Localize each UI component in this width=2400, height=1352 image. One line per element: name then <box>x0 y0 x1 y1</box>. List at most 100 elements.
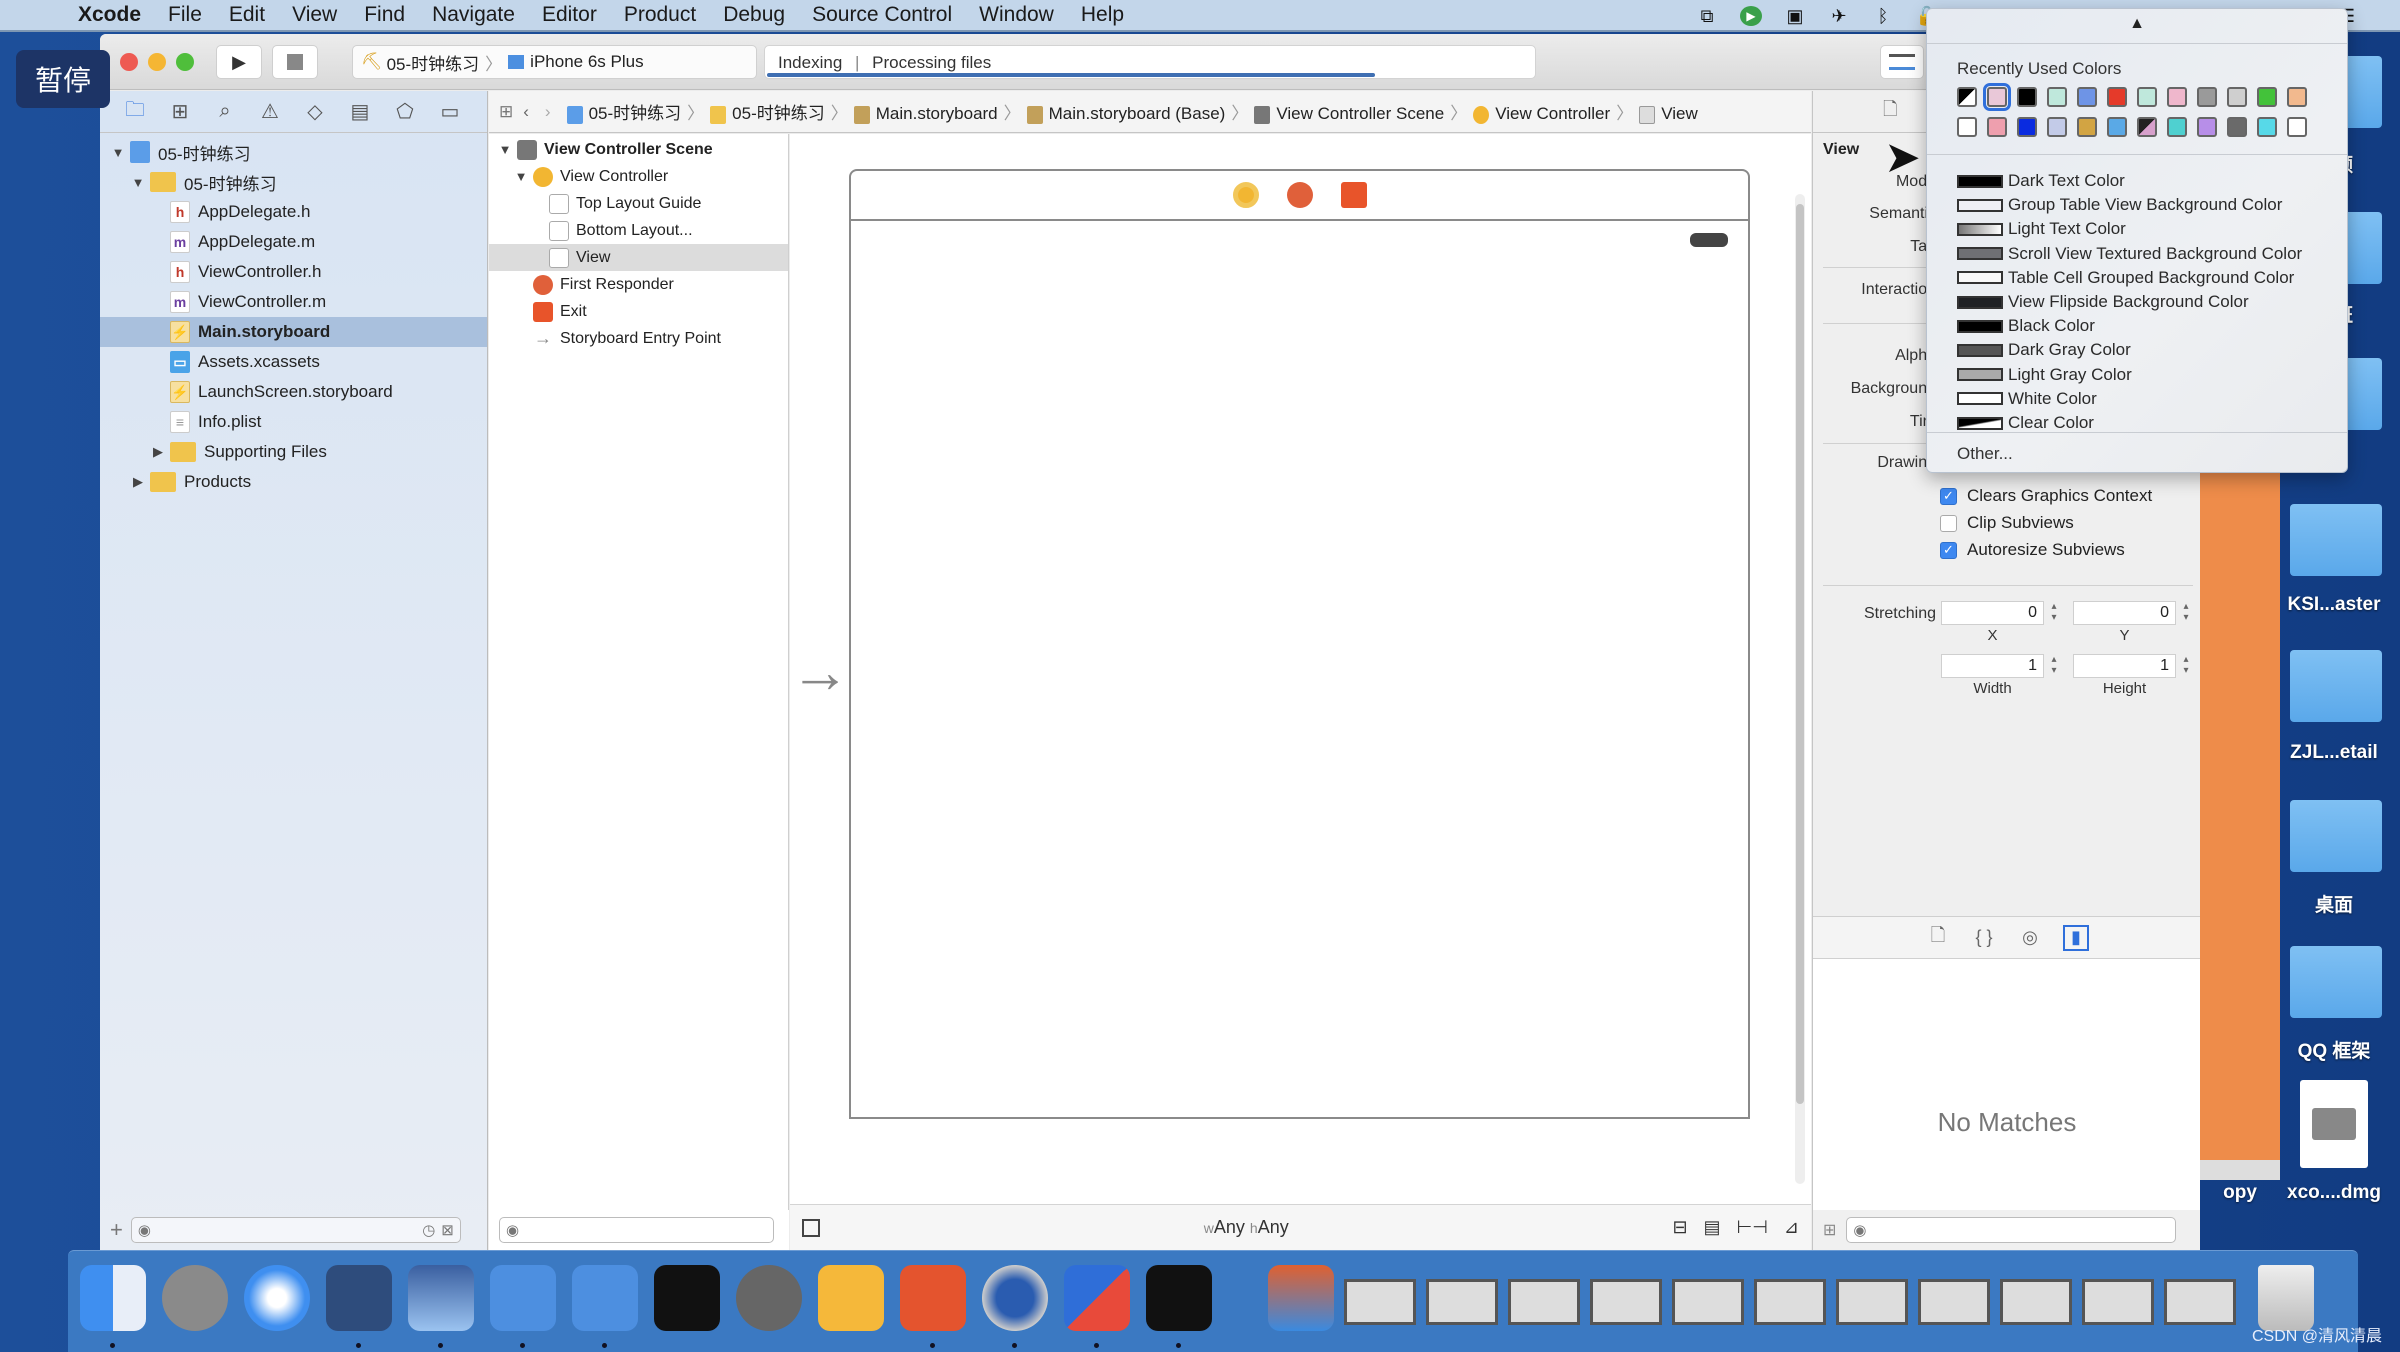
scheme-selector[interactable]: ⛏ 05-时钟练习 〉 iPhone 6s Plus <box>352 45 757 79</box>
warning-icon[interactable]: ⚠ <box>255 98 285 126</box>
outline-item[interactable]: Exit <box>489 298 788 325</box>
color-swatch[interactable] <box>1957 117 1977 137</box>
file-tree-item[interactable]: ▼ 05-时钟练习 <box>100 167 487 197</box>
dock-app-launchpad[interactable] <box>162 1265 228 1331</box>
forward-button[interactable]: › <box>545 102 551 122</box>
color-swatch[interactable] <box>2257 117 2277 137</box>
dock-app-terminal[interactable] <box>654 1265 720 1331</box>
dock-app-console[interactable] <box>1146 1265 1212 1331</box>
dock-app-sketch[interactable] <box>818 1265 884 1331</box>
dock-app-parallels[interactable] <box>1064 1265 1130 1331</box>
breadcrumb-item[interactable]: Main.storyboard (Base) <box>1026 104 1225 124</box>
dock-minimized-window[interactable] <box>1836 1279 1908 1325</box>
menu-source-control[interactable]: Source Control <box>812 3 952 27</box>
file-template-icon[interactable]: 🗋 <box>1925 925 1951 951</box>
disclosure-open-icon[interactable]: ▼ <box>513 169 529 184</box>
recorder-icon[interactable]: ▶ <box>1740 6 1762 26</box>
named-color-item[interactable]: Table Cell Grouped Background Color <box>1957 266 2294 290</box>
color-swatch[interactable] <box>2107 87 2127 107</box>
file-tree-item[interactable]: m ViewController.m <box>100 287 487 317</box>
minimize-button[interactable] <box>148 53 166 71</box>
file-tree-item[interactable]: ▶ Products <box>100 467 487 497</box>
related-items-icon[interactable]: ⊞ <box>499 102 513 122</box>
view-controller-scene[interactable] <box>849 169 1750 1119</box>
file-tree-item[interactable]: h ViewController.h <box>100 257 487 287</box>
outline-item[interactable]: First Responder <box>489 271 788 298</box>
add-icon[interactable]: + <box>110 1217 123 1243</box>
outline-item[interactable]: Bottom Layout... <box>489 217 788 244</box>
color-swatch[interactable] <box>2047 87 2067 107</box>
view-controller-icon[interactable] <box>1232 182 1259 208</box>
zoom-button[interactable] <box>176 53 194 71</box>
stretch-y-stepper[interactable]: ▴ ▾ <box>2180 601 2192 625</box>
stretch-width-field[interactable]: 1 <box>1941 654 2044 678</box>
color-swatch[interactable] <box>2197 87 2217 107</box>
folder-icon[interactable]: 🗀 <box>120 98 150 126</box>
menu-view[interactable]: View <box>292 3 337 27</box>
dock-minimized-window[interactable] <box>2000 1279 2072 1325</box>
file-tree-item[interactable]: ▶ Supporting Files <box>100 437 487 467</box>
file-tree-item[interactable]: ▼ 05-时钟练习 <box>100 137 487 167</box>
disclosure-open-icon[interactable]: ▼ <box>110 145 126 160</box>
code-snippet-icon[interactable]: { } <box>1971 925 1997 951</box>
dock-minimized-window[interactable] <box>1754 1279 1826 1325</box>
breadcrumb-item[interactable]: View Controller Scene <box>1254 104 1444 124</box>
stretch-height-stepper[interactable]: ▴ ▾ <box>2180 654 2192 678</box>
stop-button[interactable] <box>272 45 318 79</box>
dock-minimized-window[interactable] <box>2164 1279 2236 1325</box>
toggle-outline-icon[interactable] <box>802 1218 820 1237</box>
color-swatch[interactable] <box>1957 87 1977 107</box>
color-swatch[interactable] <box>2227 87 2247 107</box>
stack-icon[interactable]: ⊟ <box>1672 1217 1687 1238</box>
camera-icon[interactable]: ▣ <box>1784 6 1806 26</box>
named-color-item[interactable]: Light Text Color <box>1957 217 2126 241</box>
menu-xcode[interactable]: Xcode <box>78 3 141 27</box>
file-tree-item[interactable]: ≡ Info.plist <box>100 407 487 437</box>
checkbox-autoresize-subviews[interactable]: ✓ Autoresize Subviews <box>1940 540 2125 560</box>
pin-icon[interactable]: ⊢⊣ <box>1737 1217 1768 1238</box>
screen-share-icon[interactable]: ⧉ <box>1696 6 1718 26</box>
size-class-button[interactable]: wAny hAny <box>1204 1217 1289 1238</box>
named-color-item[interactable]: Group Table View Background Color <box>1957 193 2282 217</box>
color-swatch[interactable] <box>2107 117 2127 137</box>
disclosure-closed-icon[interactable]: ▶ <box>150 444 166 460</box>
navigator-filter-input[interactable]: ◉ ◷ ⊠ <box>130 1217 461 1243</box>
bluetooth-icon[interactable]: ᛒ <box>1872 6 1894 26</box>
scroll-up-arrow-icon[interactable]: ▲ <box>1927 15 2347 33</box>
dock-app-safari[interactable] <box>244 1265 310 1331</box>
hierarchy-icon[interactable]: ⊞ <box>165 98 195 126</box>
library-filter-input[interactable]: ◉ <box>1846 1217 2177 1243</box>
menu-navigate[interactable]: Navigate <box>432 3 515 27</box>
debug-icon[interactable]: ▤ <box>345 98 375 126</box>
breadcrumb-item[interactable]: 05-时钟练习 <box>710 104 825 124</box>
outline-item[interactable]: ▼ View Controller <box>489 163 788 190</box>
align-icon[interactable]: ▤ <box>1704 1217 1721 1238</box>
color-swatch[interactable] <box>2167 117 2187 137</box>
stretch-y-field[interactable]: 0 <box>2073 601 2176 625</box>
dock-app-quicktime[interactable] <box>982 1265 1048 1331</box>
test-icon[interactable]: ◇ <box>300 98 330 126</box>
airplane-icon[interactable]: ✈ <box>1828 6 1850 26</box>
named-color-item[interactable]: Light Gray Color <box>1957 363 2132 387</box>
outline-item[interactable]: ▼ View Controller Scene <box>489 136 788 163</box>
checkbox-clears-graphics-context[interactable]: ✓ Clears Graphics Context <box>1940 486 2152 506</box>
dock-minimized-window[interactable] <box>1508 1279 1580 1325</box>
breadcrumb-item[interactable]: View Controller <box>1473 104 1610 124</box>
dock-minimized-window[interactable] <box>1426 1279 1498 1325</box>
color-swatch[interactable] <box>2197 117 2217 137</box>
resolve-icon[interactable]: ⊿ <box>1784 1217 1799 1238</box>
stretch-height-field[interactable]: 1 <box>2073 654 2176 678</box>
named-color-item[interactable]: Dark Text Color <box>1957 169 2125 193</box>
color-swatch[interactable] <box>2287 87 2307 107</box>
desktop-folder-icon[interactable] <box>2290 800 2382 872</box>
file-inspector-icon[interactable]: 🗋 <box>1883 97 1897 127</box>
color-swatch[interactable] <box>2017 87 2037 107</box>
menu-product[interactable]: Product <box>624 3 696 27</box>
first-responder-icon[interactable] <box>1286 182 1313 208</box>
editor-mode-button[interactable] <box>1880 45 1924 79</box>
file-tree-item[interactable]: ⚡ Main.storyboard <box>100 317 487 347</box>
file-tree-item[interactable]: ⚡ LaunchScreen.storyboard <box>100 377 487 407</box>
outline-filter-input[interactable]: ◉ <box>499 1217 774 1243</box>
media-library-icon[interactable]: ▮ <box>2063 924 2089 951</box>
file-tree-item[interactable]: h AppDelegate.h <box>100 197 487 227</box>
